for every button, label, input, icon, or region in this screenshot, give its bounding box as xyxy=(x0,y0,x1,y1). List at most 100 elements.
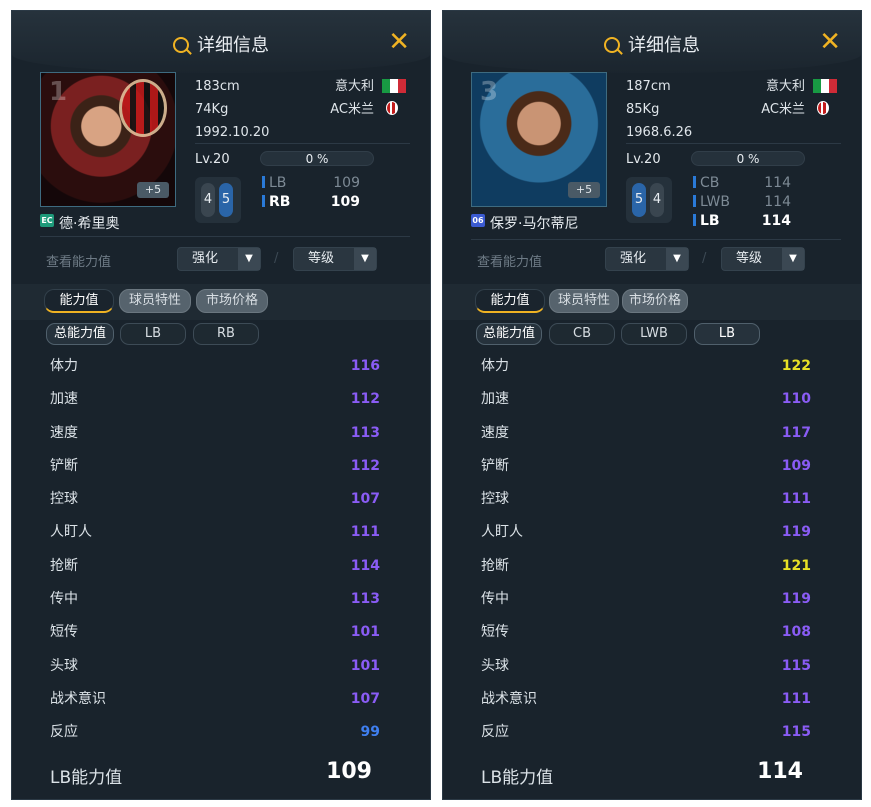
nationality-value: 意大利 xyxy=(765,79,805,94)
close-button[interactable]: ✕ xyxy=(819,27,841,57)
stat-value: 119 xyxy=(781,524,811,541)
stat-value: 119 xyxy=(781,591,811,608)
club-crest-icon xyxy=(119,79,167,137)
position-cb: CB xyxy=(693,175,719,191)
stat-row: 控球 111 xyxy=(481,489,811,522)
panel-title-text: 详细信息 xyxy=(197,35,269,56)
stat-label: 铲断 xyxy=(481,457,509,474)
position-bar-icon xyxy=(693,195,696,207)
pill-lb[interactable]: LB xyxy=(694,323,760,345)
stat-row: 铲断 109 xyxy=(481,456,811,489)
enhance-select[interactable]: 强化 ▼ xyxy=(605,247,689,271)
stat-label: 头球 xyxy=(50,657,78,674)
player-body-info: 183cm 74Kg 1992.10.20 xyxy=(195,75,269,144)
search-icon xyxy=(173,37,189,53)
stat-row: 抢断 121 xyxy=(481,556,811,589)
stat-value: 107 xyxy=(350,690,380,707)
italy-flag-icon xyxy=(813,79,837,93)
level-label: Lv.20 xyxy=(626,152,661,167)
position-bar-icon xyxy=(693,176,696,188)
stat-row: 头球 115 xyxy=(481,656,811,689)
position-name: LWB xyxy=(700,194,730,210)
chevron-down-icon[interactable]: ▼ xyxy=(354,248,376,270)
position-rb-value: 109 xyxy=(330,194,360,210)
position-lb: LB xyxy=(262,175,286,191)
club-logo-icon xyxy=(386,101,398,115)
pill-lb[interactable]: LB xyxy=(120,323,186,345)
divider xyxy=(195,143,410,144)
stat-row: 人盯人 111 xyxy=(50,522,380,555)
player-origin-info: 意大利 AC米兰 xyxy=(761,75,805,121)
stat-value: 109 xyxy=(781,457,811,474)
stat-row: 战术意识 111 xyxy=(481,689,811,722)
select-separator: / xyxy=(702,251,707,266)
stat-label: 反应 xyxy=(481,724,509,741)
stats-list: 体力 122 加速 110 速度 117 铲断 109 控球 111 人盯人 119 抢断 1… xyxy=(481,356,811,756)
divider xyxy=(471,239,841,240)
position-bar-icon xyxy=(262,195,265,207)
tab-player-traits[interactable]: 球员特性 xyxy=(549,289,619,313)
stat-row: 体力 116 xyxy=(50,356,380,389)
right-foot-icon: 5 xyxy=(219,183,233,217)
pill-overall[interactable]: 总能力值 xyxy=(46,323,114,345)
stat-label: 短传 xyxy=(481,624,509,641)
birth-value: 1968.6.26 xyxy=(626,125,693,140)
player-detail-panel-right: 详细信息 ✕ 3 +5 06 保罗·马尔蒂尼 187cm 85Kg 1968.6… xyxy=(442,10,862,800)
stat-label: 战术意识 xyxy=(481,690,537,707)
tab-ability[interactable]: 能力值 xyxy=(44,289,114,313)
search-icon xyxy=(604,37,620,53)
height-value: 187cm xyxy=(626,79,671,94)
stat-label: 铲断 xyxy=(50,457,78,474)
right-foot-icon: 4 xyxy=(650,183,664,217)
position-name: LB xyxy=(700,213,720,229)
stat-label: 传中 xyxy=(481,591,509,608)
position-ability-value: 109 xyxy=(326,759,372,784)
position-name: CB xyxy=(700,175,720,191)
exp-progress-bar: 0 % xyxy=(691,151,805,166)
tab-market-price[interactable]: 市场价格 xyxy=(622,289,688,313)
stat-label: 人盯人 xyxy=(481,524,523,541)
enhance-select[interactable]: 强化 ▼ xyxy=(177,247,261,271)
position-lb: LB xyxy=(693,213,720,229)
stat-value: 113 xyxy=(350,424,380,441)
tab-player-traits[interactable]: 球员特性 xyxy=(119,289,191,313)
stat-value: 116 xyxy=(350,358,380,374)
stat-row: 传中 119 xyxy=(481,589,811,622)
panel-title: 详细信息 xyxy=(443,31,861,57)
chevron-down-icon[interactable]: ▼ xyxy=(666,248,688,270)
height-value: 183cm xyxy=(195,79,240,94)
italy-flag-icon xyxy=(382,79,406,93)
close-button[interactable]: ✕ xyxy=(388,27,410,57)
chevron-down-icon[interactable]: ▼ xyxy=(238,248,260,270)
tab-market-price[interactable]: 市场价格 xyxy=(196,289,268,313)
level-select[interactable]: 等级 ▼ xyxy=(293,247,377,271)
weight-value: 85Kg xyxy=(626,102,660,117)
stat-label: 反应 xyxy=(50,724,78,741)
weight-value: 74Kg xyxy=(195,102,229,117)
position-lb-value: 114 xyxy=(761,213,791,229)
pill-cb[interactable]: CB xyxy=(549,323,615,345)
position-lb-value: 109 xyxy=(333,175,360,191)
enhance-badge: +5 xyxy=(568,182,600,198)
level-select[interactable]: 等级 ▼ xyxy=(721,247,805,271)
stat-value: 110 xyxy=(781,391,811,408)
stat-row: 头球 101 xyxy=(50,656,380,689)
position-name: RB xyxy=(269,194,291,210)
stat-row: 反应 99 xyxy=(50,722,380,755)
stat-row: 体力 122 xyxy=(481,356,811,389)
pill-lwb[interactable]: LWB xyxy=(621,323,687,345)
tab-ability[interactable]: 能力值 xyxy=(475,289,545,313)
birth-value: 1992.10.20 xyxy=(195,125,270,140)
stat-value: 114 xyxy=(350,557,380,574)
chevron-down-icon[interactable]: ▼ xyxy=(782,248,804,270)
level-select-value: 等级 xyxy=(308,251,335,266)
stat-row: 战术意识 107 xyxy=(50,689,380,722)
stat-value: 108 xyxy=(781,624,811,641)
left-foot-icon: 4 xyxy=(201,183,215,217)
stat-value: 113 xyxy=(350,591,380,608)
pill-overall[interactable]: 总能力值 xyxy=(476,323,542,345)
player-origin-info: 意大利 AC米兰 xyxy=(330,75,374,121)
pill-rb[interactable]: RB xyxy=(193,323,259,345)
stat-label: 抢断 xyxy=(50,557,78,574)
player-detail-panel-left: 详细信息 ✕ 1 +5 EC 德·希里奥 183cm 74Kg 1992.10.… xyxy=(11,10,431,800)
